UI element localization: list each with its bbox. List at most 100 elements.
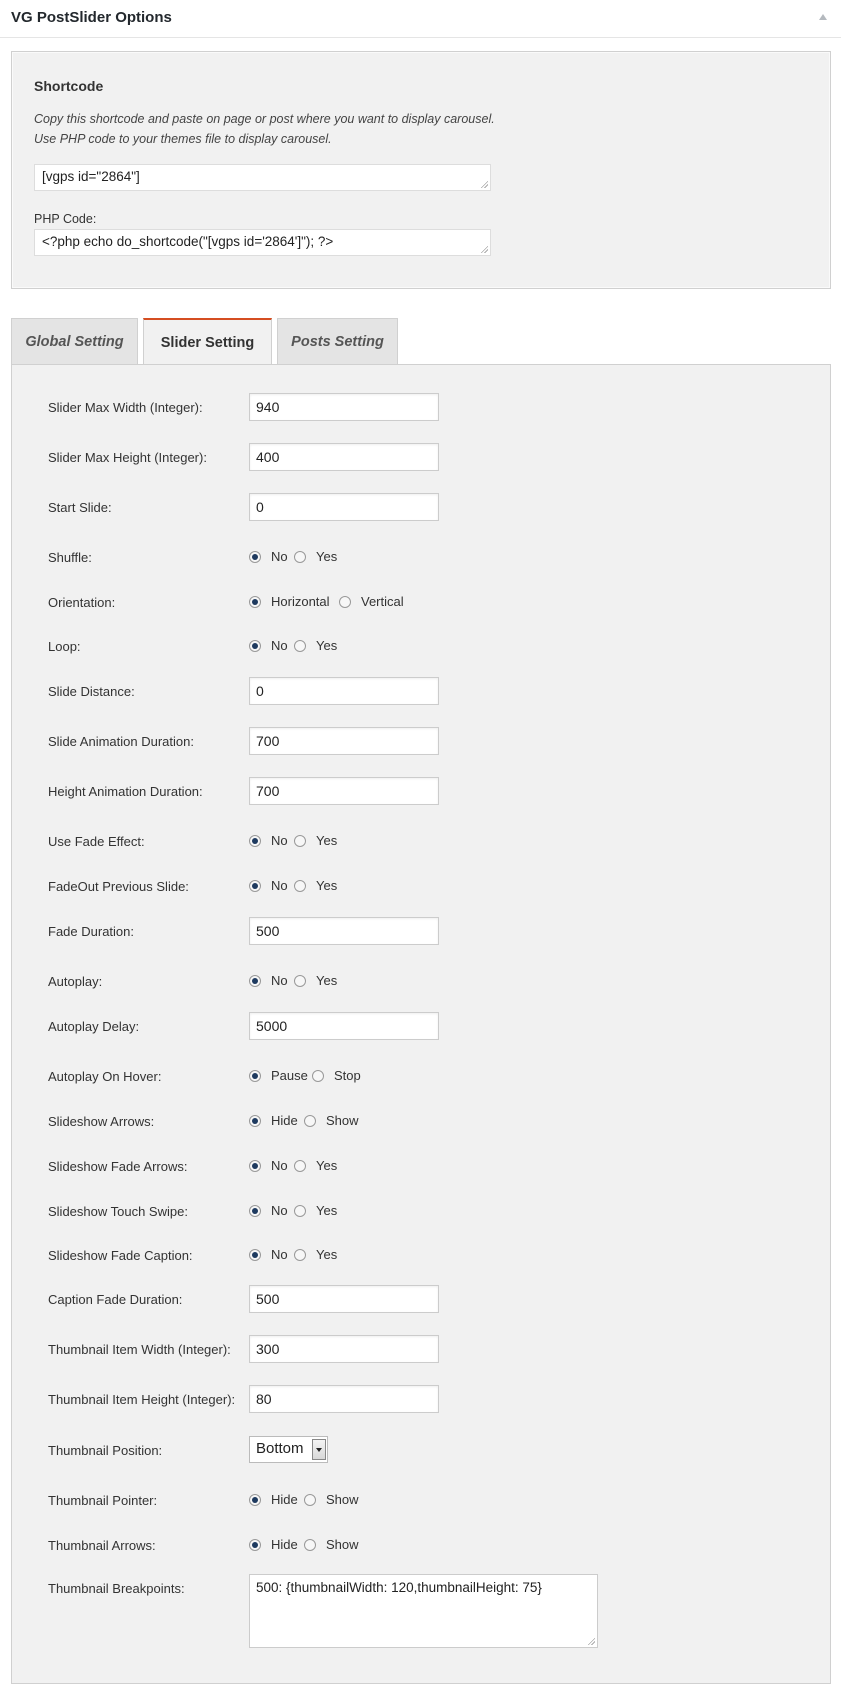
setting-label: Autoplay Delay: — [48, 1019, 140, 1034]
slideshow-touch-swipe-no-radio[interactable] — [249, 1205, 261, 1217]
slideshow-fade-arrows-no-radio[interactable] — [249, 1160, 261, 1172]
setting-row-max-width: Slider Max Width (Integer): — [12, 393, 832, 423]
setting-label: Slideshow Arrows: — [48, 1114, 155, 1129]
slideshow-touch-swipe-yes-radio[interactable] — [294, 1205, 306, 1217]
thumbnail-arrows-hide-radio[interactable] — [249, 1539, 261, 1551]
height-animation-duration-input[interactable] — [249, 777, 439, 805]
slideshow-fade-caption-no-radio[interactable] — [249, 1249, 261, 1261]
php-code-field[interactable]: <?php echo do_shortcode("[vgps id='2864'… — [34, 229, 491, 256]
metabox-header[interactable]: VG PostSlider Options — [0, 0, 841, 38]
setting-row-thumbnail-arrows: Thumbnail Arrows: Hide Show — [12, 1531, 832, 1561]
setting-row-fadeout-previous: FadeOut Previous Slide: No Yes — [12, 872, 832, 902]
thumbnail-position-select[interactable]: Bottom — [249, 1436, 328, 1463]
fadeout-previous-yes-radio[interactable] — [294, 880, 306, 892]
setting-label: Caption Fade Duration: — [48, 1292, 183, 1307]
loop-no-radio[interactable] — [249, 640, 261, 652]
shortcode-field[interactable]: [vgps id="2864"] — [34, 164, 491, 191]
php-code-label: PHP Code: — [34, 212, 97, 226]
setting-row-autoplay: Autoplay: No Yes — [12, 967, 832, 997]
setting-row-thumbnail-height: Thumbnail Item Height (Integer): — [12, 1385, 832, 1415]
setting-label: Thumbnail Item Height (Integer): — [48, 1392, 236, 1407]
setting-label: Slide Distance: — [48, 684, 135, 699]
setting-row-height-animation-duration: Height Animation Duration: — [12, 777, 832, 807]
setting-row-autoplay-hover: Autoplay On Hover: Pause Stop — [12, 1062, 832, 1092]
setting-row-slide-animation-duration: Slide Animation Duration: — [12, 727, 832, 757]
resize-grip-icon[interactable] — [480, 180, 488, 188]
radio-label: No — [271, 1158, 288, 1173]
thumbnail-pointer-hide-radio[interactable] — [249, 1494, 261, 1506]
thumbnail-arrows-show-radio[interactable] — [304, 1539, 316, 1551]
slideshow-fade-arrows-yes-radio[interactable] — [294, 1160, 306, 1172]
setting-label: Thumbnail Item Width (Integer): — [48, 1342, 231, 1357]
use-fade-yes-radio[interactable] — [294, 835, 306, 847]
tab-global-setting[interactable]: Global Setting — [11, 318, 138, 365]
setting-row-shuffle: Shuffle: No Yes — [12, 543, 832, 573]
radio-label: No — [271, 1247, 288, 1262]
loop-yes-radio[interactable] — [294, 640, 306, 652]
setting-label: Use Fade Effect: — [48, 834, 145, 849]
slide-animation-duration-input[interactable] — [249, 727, 439, 755]
setting-label: FadeOut Previous Slide: — [48, 879, 189, 894]
tab-slider-setting[interactable]: Slider Setting — [143, 318, 272, 366]
max-height-input[interactable] — [249, 443, 439, 471]
autoplay-no-radio[interactable] — [249, 975, 261, 987]
radio-label: No — [271, 549, 288, 564]
collapse-toggle-icon[interactable] — [819, 14, 827, 20]
thumbnail-pointer-show-radio[interactable] — [304, 1494, 316, 1506]
radio-label: Stop — [334, 1068, 361, 1083]
shuffle-no-radio[interactable] — [249, 551, 261, 563]
setting-label: Orientation: — [48, 595, 116, 610]
slideshow-fade-caption-yes-radio[interactable] — [294, 1249, 306, 1261]
tab-posts-setting[interactable]: Posts Setting — [277, 318, 398, 365]
autoplay-hover-stop-radio[interactable] — [312, 1070, 324, 1082]
start-slide-input[interactable] — [249, 493, 439, 521]
setting-label: Start Slide: — [48, 500, 112, 515]
caption-fade-duration-input[interactable] — [249, 1285, 439, 1313]
setting-row-max-height: Slider Max Height (Integer): — [12, 443, 832, 473]
radio-label: Yes — [316, 638, 338, 653]
shortcode-box: Shortcode Copy this shortcode and paste … — [11, 51, 831, 289]
slideshow-arrows-hide-radio[interactable] — [249, 1115, 261, 1127]
radio-label: Show — [326, 1537, 359, 1552]
thumbnail-breakpoints-textarea[interactable]: 500: {thumbnailWidth: 120,thumbnailHeigh… — [249, 1574, 598, 1648]
orientation-vertical-radio[interactable] — [339, 596, 351, 608]
thumbnail-width-input[interactable] — [249, 1335, 439, 1363]
slideshow-arrows-show-radio[interactable] — [304, 1115, 316, 1127]
orientation-horizontal-radio[interactable] — [249, 596, 261, 608]
resize-grip-icon[interactable] — [587, 1637, 595, 1645]
max-width-input[interactable] — [249, 393, 439, 421]
thumbnail-height-input[interactable] — [249, 1385, 439, 1413]
setting-label: Thumbnail Pointer: — [48, 1493, 158, 1508]
use-fade-no-radio[interactable] — [249, 835, 261, 847]
radio-label: No — [271, 638, 288, 653]
radio-label: Vertical — [361, 594, 404, 609]
setting-row-caption-fade-duration: Caption Fade Duration: — [12, 1285, 832, 1315]
radio-label: Hide — [271, 1537, 298, 1552]
fade-duration-input[interactable] — [249, 917, 439, 945]
setting-label: Thumbnail Position: — [48, 1443, 163, 1458]
shuffle-yes-radio[interactable] — [294, 551, 306, 563]
resize-grip-icon[interactable] — [480, 245, 488, 253]
setting-label: Autoplay: — [48, 974, 103, 989]
autoplay-yes-radio[interactable] — [294, 975, 306, 987]
setting-row-slideshow-arrows: Slideshow Arrows: Hide Show — [12, 1107, 832, 1137]
setting-row-slideshow-fade-caption: Slideshow Fade Caption: No Yes — [12, 1241, 832, 1271]
setting-label: Slideshow Fade Caption: — [48, 1248, 193, 1263]
radio-label: Hide — [271, 1113, 298, 1128]
setting-label: Slideshow Touch Swipe: — [48, 1204, 188, 1219]
chevron-down-icon[interactable] — [312, 1439, 326, 1460]
setting-label: Height Animation Duration: — [48, 784, 203, 799]
setting-label: Slider Max Width (Integer): — [48, 400, 203, 415]
slide-distance-input[interactable] — [249, 677, 439, 705]
autoplay-hover-pause-radio[interactable] — [249, 1070, 261, 1082]
radio-label: Yes — [316, 1247, 338, 1262]
fadeout-previous-no-radio[interactable] — [249, 880, 261, 892]
setting-row-thumbnail-pointer: Thumbnail Pointer: Hide Show — [12, 1486, 832, 1516]
textarea-value: 500: {thumbnailWidth: 120,thumbnailHeigh… — [256, 1580, 542, 1595]
autoplay-delay-input[interactable] — [249, 1012, 439, 1040]
setting-row-slideshow-touch-swipe: Slideshow Touch Swipe: No Yes — [12, 1197, 832, 1227]
radio-label: Yes — [316, 1158, 338, 1173]
postslider-options-metabox: VG PostSlider Options Shortcode Copy thi… — [0, 0, 841, 1693]
radio-label: Hide — [271, 1492, 298, 1507]
radio-label: Yes — [316, 833, 338, 848]
